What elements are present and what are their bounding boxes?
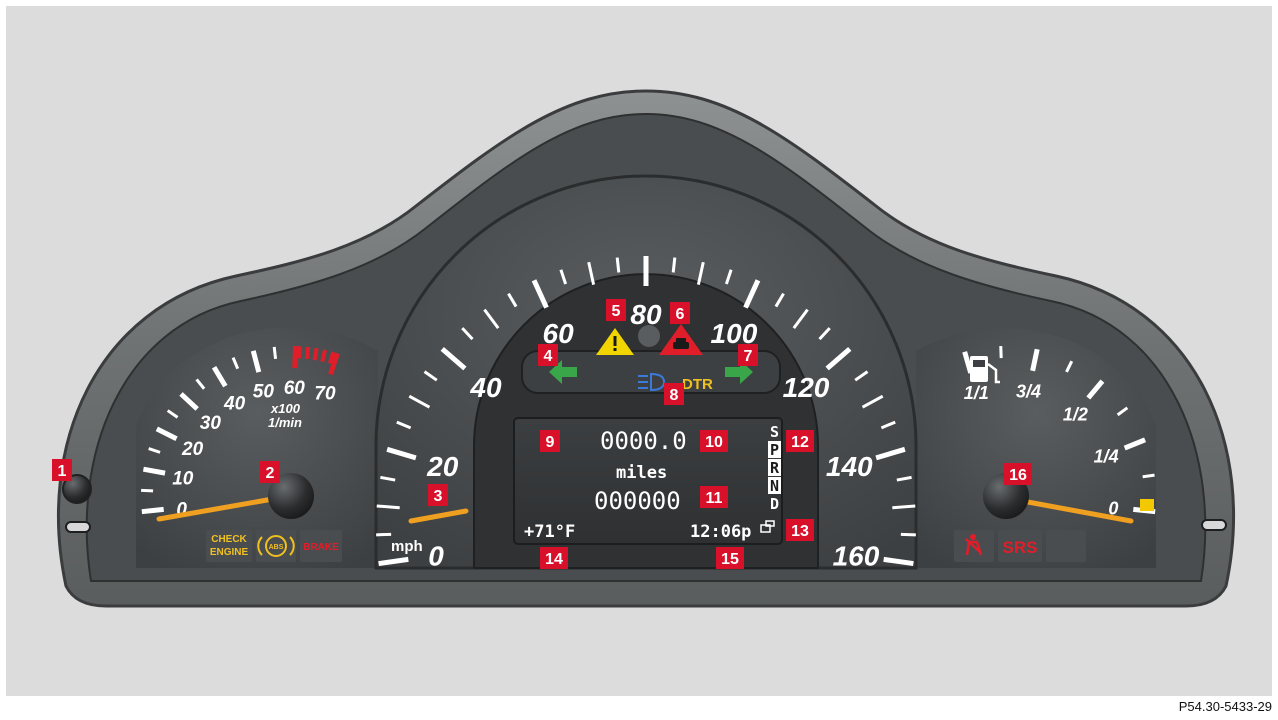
tachometer-label: 70 [314, 383, 336, 404]
svg-text:1: 1 [58, 463, 67, 480]
indicator-lamp-blank [638, 325, 660, 347]
speed-unit-label: mph [391, 538, 423, 555]
callout-4: 4 [538, 344, 558, 366]
tachometer-label: 40 [223, 394, 246, 415]
svg-text:2: 2 [266, 465, 275, 482]
svg-text:6: 6 [676, 306, 685, 323]
callout-12: 12 [786, 430, 814, 452]
svg-text:16: 16 [1009, 467, 1027, 484]
tachometer-label: 30 [200, 413, 222, 434]
tachometer-label: 60 [284, 378, 306, 399]
svg-text:11: 11 [706, 490, 723, 507]
callout-14: 14 [540, 547, 568, 569]
tachometer-label: 10 [172, 468, 194, 489]
seatbelt-lamp [954, 530, 994, 562]
blank-lamp [1046, 530, 1086, 562]
total-odometer-readout: 000000 [594, 487, 681, 515]
check-engine-lamp: CHECK ENGINE [206, 530, 252, 562]
tachometer-redline-tick [312, 347, 319, 361]
callout-9: 9 [540, 430, 560, 452]
callout-8: 8 [664, 383, 684, 405]
gear-position-p: P [770, 441, 779, 459]
callout-11: 11 [700, 486, 728, 508]
speedometer-label: 160 [833, 541, 880, 572]
gear-position-d: D [770, 495, 779, 513]
right-stalk-indicator [1201, 519, 1227, 531]
speedometer-tick [376, 504, 400, 510]
instrument-cluster-diagram: 020406080100120140160 01020304050 60 70 01… [52, 89, 1235, 608]
fuel-tick [1142, 473, 1155, 479]
speedometer-label: 120 [783, 372, 830, 403]
dtr-indicator: DTR [682, 376, 713, 393]
svg-text:CHECK: CHECK [211, 534, 247, 545]
tachometer-redline-tick [304, 346, 311, 360]
svg-text:BRAKE: BRAKE [303, 542, 339, 553]
callout-16: 16 [1004, 463, 1032, 485]
tachometer-label: 50 [253, 382, 275, 403]
brake-lamp: BRAKE [300, 530, 342, 562]
callout-2: 2 [260, 461, 280, 483]
speedometer-label: 40 [469, 372, 502, 403]
speedometer-tick [615, 257, 621, 273]
abs-lamp: ABS [256, 530, 296, 562]
outside-temperature: +71°F [524, 522, 575, 542]
speedometer-tick [892, 504, 916, 510]
callout-15: 15 [716, 547, 744, 569]
gear-position-n: N [770, 477, 779, 495]
fuel-label: 1/2 [1063, 404, 1088, 424]
callout-10: 10 [700, 430, 728, 452]
svg-text:ABS: ABS [269, 544, 284, 551]
speedometer-label: 140 [826, 451, 873, 482]
svg-text:4: 4 [544, 348, 553, 365]
rpm-unit-label: 1/min [268, 415, 302, 430]
svg-text:13: 13 [791, 523, 809, 540]
figure-reference: P54.30-5433-29 [1178, 699, 1272, 714]
svg-text:ENGINE: ENGINE [210, 547, 249, 558]
trip-odometer-readout: 0000.0 [600, 427, 687, 455]
callout-5: 5 [606, 299, 626, 321]
svg-text:10: 10 [705, 434, 723, 451]
rpm-multiplier-label: x100 [270, 401, 301, 416]
speedometer-label: 0 [428, 541, 444, 572]
svg-text:5: 5 [612, 303, 621, 320]
tachometer-label: 20 [181, 439, 204, 460]
fuel-label: 1/1 [964, 383, 989, 403]
fuel-reserve-mark [1140, 499, 1154, 511]
gear-position-r: R [770, 459, 780, 477]
srs-lamp: SRS [998, 530, 1042, 562]
svg-text:14: 14 [545, 551, 563, 568]
svg-text:SRS: SRS [1003, 538, 1038, 557]
svg-text:9: 9 [546, 434, 555, 451]
svg-text:3: 3 [434, 488, 443, 505]
tachometer-tick [141, 506, 164, 515]
fuel-label: 3/4 [1016, 381, 1041, 401]
diagram-canvas: 0 20 40 60 80 100 120 140 160 0 10 20 30 40 50 60 70 01… [6, 6, 1272, 696]
speedometer-tick [671, 257, 677, 273]
tachometer-tick [272, 346, 278, 360]
tachometer-redline-tick [297, 346, 302, 359]
left-stalk-indicator [65, 521, 91, 533]
tachometer-tick [292, 345, 298, 369]
callout-6: 6 [670, 302, 690, 324]
gear-position-s: S [770, 423, 779, 441]
callout-1: 1 [52, 459, 72, 481]
fuel-label: 1/4 [1094, 447, 1119, 467]
distance-unit-label: miles [616, 463, 667, 483]
callout-3: 3 [428, 484, 448, 506]
speedometer-label: 80 [630, 299, 662, 330]
svg-text:12: 12 [791, 434, 809, 451]
svg-text:15: 15 [721, 551, 739, 568]
speedometer-label: 20 [426, 451, 459, 482]
clock-readout: 12:06p [690, 522, 751, 542]
tachometer-redline-tick [320, 349, 327, 363]
svg-text:7: 7 [744, 348, 753, 365]
callout-13: 13 [786, 519, 814, 541]
callout-7: 7 [738, 344, 758, 366]
svg-text:8: 8 [670, 387, 679, 404]
